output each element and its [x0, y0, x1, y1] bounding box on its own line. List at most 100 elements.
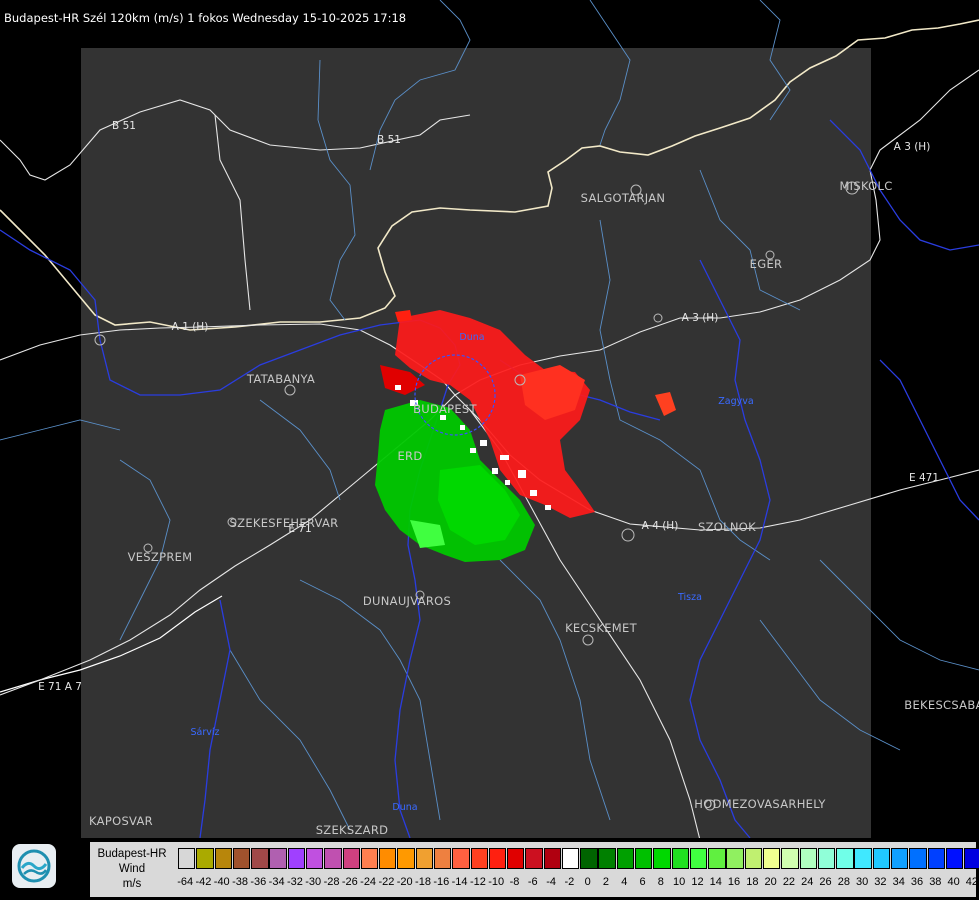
- legend-tick-label: -32: [286, 876, 303, 888]
- legend-tick-label: -64: [177, 876, 194, 888]
- city-label: ERD: [397, 449, 422, 463]
- road-label: A 4 (H): [642, 520, 679, 532]
- road-label: B 51: [112, 120, 136, 132]
- legend-tick-label: -40: [213, 876, 230, 888]
- legend-swatch: [525, 848, 543, 869]
- legend-tick-label: -18: [415, 876, 431, 888]
- city-label: DUNAUJVAROS: [363, 594, 451, 608]
- radar-coverage-area: [81, 48, 871, 838]
- city-label: SZEKESFEHERVAR: [230, 516, 339, 530]
- legend-swatch: [817, 848, 836, 869]
- legend-tick-label: 16: [727, 876, 741, 888]
- legend-swatch: [196, 848, 214, 869]
- legend-swatch: [689, 848, 708, 869]
- legend-swatch: [251, 848, 269, 869]
- legend-swatch: [305, 848, 324, 869]
- legend-swatch: [214, 848, 232, 869]
- legend-tick-label: -20: [396, 876, 413, 888]
- road-label: E 471: [909, 472, 939, 484]
- legend-swatch: [488, 848, 507, 869]
- legend-swatch: [726, 848, 744, 869]
- legend-swatch: [763, 848, 781, 869]
- legend-swatch: [708, 848, 726, 869]
- legend-tick-label: 38: [929, 876, 942, 888]
- legend-tick-label: 0: [584, 876, 591, 888]
- legend-tick-label: -12: [469, 876, 486, 888]
- legend-tick-label: -8: [509, 876, 520, 888]
- legend-tick-label: 24: [801, 876, 814, 888]
- legend-title: Budapest-HR Wind m/s: [90, 842, 174, 897]
- legend-swatch: [836, 848, 854, 869]
- city-label: SALGOTARJAN: [581, 191, 666, 205]
- legend-swatch: [854, 848, 872, 869]
- legend-swatch: [927, 848, 945, 869]
- legend-swatch: [671, 848, 689, 869]
- legend-tick-label: -34: [268, 876, 285, 888]
- legend-tick-label: 26: [819, 876, 832, 888]
- legend-tick-label: -28: [323, 876, 340, 888]
- legend-tick-label: -36: [250, 876, 267, 888]
- legend-tick-label: -4: [546, 876, 556, 888]
- legend-tick-label: -6: [527, 876, 538, 888]
- city-label: MISKOLC: [839, 179, 892, 193]
- legend-tick-label: 4: [621, 876, 628, 888]
- met-service-logo: [12, 844, 56, 888]
- legend-tick-label: -22: [378, 876, 395, 888]
- city-label: BEKESCSABA: [904, 698, 979, 712]
- city-label: EGER: [750, 257, 783, 271]
- legend-swatch: [360, 848, 379, 869]
- legend-tick-label: 40: [947, 876, 960, 888]
- city-label: VESZPREM: [128, 550, 193, 564]
- river-label: Zagyva: [718, 396, 753, 407]
- legend-tick-label: 14: [709, 876, 722, 888]
- road-label: A 1 (H): [172, 321, 209, 333]
- legend-tick-label: 2: [602, 876, 610, 888]
- legend-swatch: [616, 848, 635, 869]
- river-label: Duna: [392, 802, 417, 813]
- legend-tick-label: -14: [451, 876, 468, 888]
- legend-tick-label: -26: [341, 876, 358, 888]
- legend-swatches: [178, 848, 979, 869]
- legend-swatch: [397, 848, 415, 869]
- legend-swatch: [433, 848, 452, 869]
- road-label: E 71: [288, 523, 311, 535]
- city-label: KECSKEMET: [565, 621, 638, 635]
- legend-tick-label: -10: [488, 876, 505, 888]
- legend-swatch: [964, 848, 979, 869]
- legend-tick-label: 18: [746, 876, 759, 888]
- legend-tick-label: 6: [639, 876, 646, 888]
- legend-swatch: [890, 848, 909, 869]
- legend-swatch: [543, 848, 562, 869]
- river-label: Sárvíz: [190, 727, 219, 738]
- legend-swatch: [580, 848, 598, 869]
- river-label: Tisza: [677, 592, 702, 603]
- color-legend: Budapest-HR Wind m/s -64 -42 -40 -38 -36 -34-…: [90, 842, 979, 897]
- road-label: A 3 (H): [682, 312, 719, 324]
- legend-swatch: [945, 848, 964, 869]
- legend-swatch: [781, 848, 799, 869]
- legend-tick-label: -2: [564, 876, 575, 888]
- legend-swatch: [470, 848, 488, 869]
- legend-tick-label: 28: [837, 876, 850, 888]
- legend-swatch: [287, 848, 306, 869]
- legend-tick-label: 8: [657, 876, 664, 888]
- legend-swatch: [269, 848, 287, 869]
- legend-swatch: [415, 848, 434, 869]
- city-label: HODMEZOVASARHELY: [694, 797, 826, 811]
- legend-swatch: [635, 848, 653, 869]
- legend-swatch: [744, 848, 763, 869]
- legend-tick-label: 36: [910, 876, 924, 888]
- legend-tick-label: -38: [232, 876, 248, 888]
- river-label: Duna: [459, 332, 484, 343]
- road-label: E 71 A 7: [38, 681, 82, 693]
- city-label: SZEKSZARD: [316, 823, 389, 837]
- legend-swatch: [324, 848, 342, 869]
- radar-map: SALGOTARJAN EGER MISKOLC TATABANYA BUDAPEST E…: [0, 0, 979, 900]
- legend-ticks: -64 -42 -40 -38 -36 -34 -32 -30 -28 -26 -24 -22 -20-…: [176, 876, 979, 888]
- city-label: TATABANYA: [246, 372, 315, 386]
- city-label: SZOLNOK: [698, 520, 756, 534]
- road-label: B 51: [377, 134, 401, 146]
- legend-tick-label: 30: [856, 876, 869, 888]
- legend-swatch: [452, 848, 470, 869]
- legend-swatch: [379, 848, 397, 869]
